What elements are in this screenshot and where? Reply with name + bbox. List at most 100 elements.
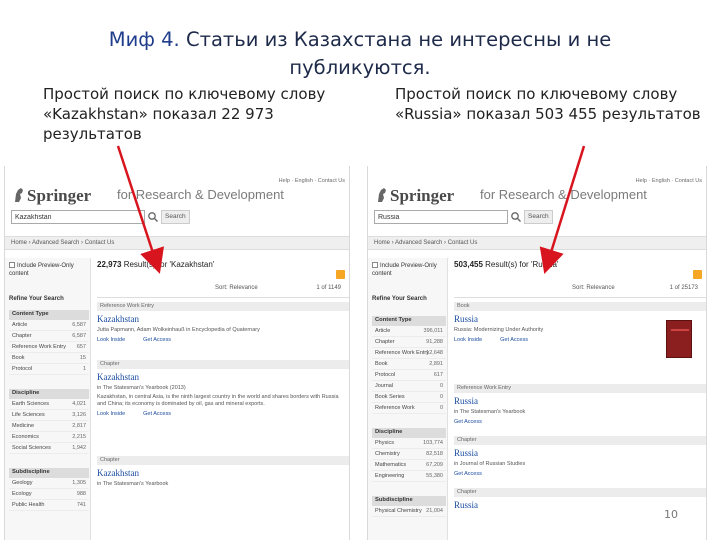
- facet-count: 6,587: [72, 322, 86, 328]
- facet-item[interactable]: Chapter 6,587: [9, 331, 89, 342]
- facet-item[interactable]: Book Series 0: [372, 392, 446, 403]
- facet-item[interactable]: Public Health 741: [9, 500, 89, 511]
- facet-item[interactable]: Article 6,587: [9, 320, 89, 331]
- result-title-link[interactable]: Kazakhstan: [97, 372, 349, 382]
- result-item: Reference Work Entry Russia in The Statesm…: [454, 384, 706, 425]
- facet-item[interactable]: Earth Sciences 4,021: [9, 399, 89, 410]
- facet-title[interactable]: Subdiscipline: [9, 468, 89, 478]
- facet-item[interactable]: Engineering 55,380: [372, 471, 446, 482]
- result-type: Reference Work Entry: [97, 302, 349, 311]
- result-meta: Jutta Papmann, Adam Wolkeinhauß in Encyc…: [97, 327, 260, 333]
- facet-count: 1: [82, 366, 86, 372]
- facet-label: Geology: [12, 480, 33, 486]
- result-actions: Look Inside Get Access: [454, 337, 706, 343]
- result-action-link[interactable]: Look Inside: [97, 411, 125, 417]
- search-input[interactable]: [374, 210, 508, 224]
- facet-group: Discipline Earth Sciences 4,021 Life Scienc…: [9, 389, 89, 454]
- springer-logo[interactable]: Springer: [390, 186, 454, 206]
- search-button[interactable]: Search: [161, 210, 190, 224]
- facet-item[interactable]: Journal 0: [372, 381, 446, 392]
- facet-title[interactable]: Discipline: [372, 428, 446, 438]
- facet-title[interactable]: Subdiscipline: [372, 496, 446, 506]
- facet-title[interactable]: Content Type: [9, 310, 89, 320]
- facet-group: Discipline Physics 103,774 Chemistry 82,518 M…: [372, 428, 446, 482]
- facet-item[interactable]: Social Sciences 1,942: [9, 443, 89, 454]
- facet-item[interactable]: Protocol 617: [372, 370, 446, 381]
- result-action-link[interactable]: Get Access: [143, 337, 171, 343]
- search-icon[interactable]: [510, 211, 522, 223]
- sort-select[interactable]: Sort: Relevance: [215, 285, 258, 291]
- facet-item[interactable]: Geology 1,305: [9, 478, 89, 489]
- result-type: Reference Work Entry: [454, 384, 706, 393]
- include-preview-toggle[interactable]: Include Preview-Only content: [9, 262, 87, 278]
- breadcrumb[interactable]: Home › Advanced Search › Contact Us: [5, 236, 349, 250]
- sort-select[interactable]: Sort: Relevance: [572, 285, 615, 291]
- facet-item[interactable]: Reference Work Entry 12,648: [372, 348, 446, 359]
- search-input[interactable]: [11, 210, 145, 224]
- facet-item[interactable]: Book 15: [9, 353, 89, 364]
- caption-russia: Простой поиск по ключевому слову «Russia…: [395, 85, 701, 123]
- result-title-link[interactable]: Russia: [454, 448, 706, 458]
- results-count: 22,973: [97, 260, 122, 269]
- facet-item[interactable]: Physics 103,774: [372, 438, 446, 449]
- result-action-link[interactable]: Get Access: [143, 411, 171, 417]
- result-action-link[interactable]: Look Inside: [97, 337, 125, 343]
- facet-label: Journal: [375, 383, 394, 389]
- results-heading: 22,973 Result(s) for 'Kazakhstan': [97, 260, 214, 269]
- result-title-link[interactable]: Kazakhstan: [97, 314, 349, 324]
- result-title-link[interactable]: Russia: [454, 396, 706, 406]
- pager[interactable]: 1 of 1149: [316, 285, 341, 291]
- result-actions: Look Inside Get Access: [97, 337, 349, 343]
- divider: [454, 297, 706, 298]
- checkbox-icon[interactable]: [9, 262, 15, 269]
- facet-item[interactable]: Reference Work Entry 657: [9, 342, 89, 353]
- search-button[interactable]: Search: [524, 210, 553, 224]
- result-title-link[interactable]: Kazakhstan: [97, 468, 349, 478]
- facet-label: Life Sciences: [12, 412, 45, 418]
- result-action-link[interactable]: Get Access: [454, 471, 482, 477]
- facet-item[interactable]: Book 2,891: [372, 359, 446, 370]
- result-action-link[interactable]: Get Access: [454, 419, 482, 425]
- facet-title[interactable]: Discipline: [9, 389, 89, 399]
- facet-count: 1,942: [72, 445, 86, 451]
- result-type: Chapter: [97, 360, 349, 369]
- facet-item[interactable]: Protocol 1: [9, 364, 89, 375]
- facet-item[interactable]: Mathematics 67,209: [372, 460, 446, 471]
- facet-count: 4,021: [72, 401, 86, 407]
- facet-item[interactable]: Chapter 91,288: [372, 337, 446, 348]
- facet-label: Engineering: [375, 473, 405, 479]
- facet-item[interactable]: Medicine 2,817: [9, 421, 89, 432]
- pager[interactable]: 1 of 25173: [670, 285, 698, 291]
- result-title-link[interactable]: Russia: [454, 314, 706, 324]
- facet-count: 21,004: [426, 508, 443, 514]
- facet-label: Physical Chemistry: [375, 508, 422, 514]
- facet-item[interactable]: Reference Work 0: [372, 403, 446, 414]
- facet-label: Reference Work Entry: [375, 350, 430, 356]
- facet-item[interactable]: Chemistry 82,518: [372, 449, 446, 460]
- rss-icon[interactable]: [336, 270, 345, 279]
- result-item: Chapter Kazakhstan in The Statesman's Year…: [97, 360, 349, 417]
- results-count: 503,455: [454, 260, 483, 269]
- facet-label: Chapter: [375, 339, 395, 345]
- facet-item[interactable]: Physical Chemistry 21,004: [372, 506, 446, 517]
- result-action-link[interactable]: Look Inside: [454, 337, 482, 343]
- facet-group: Content Type Article 396,011 Chapter 91,288 R…: [372, 316, 446, 414]
- result-actions: Get Access: [454, 471, 706, 477]
- facet-title[interactable]: Content Type: [372, 316, 446, 326]
- result-meta: Russia: Modernizing Under Authority: [454, 327, 544, 333]
- springer-logo[interactable]: Springer: [27, 186, 91, 206]
- checkbox-icon[interactable]: [372, 262, 378, 269]
- results-heading: 503,455 Result(s) for 'Russia': [454, 260, 558, 269]
- rss-icon[interactable]: [693, 270, 702, 279]
- facet-count: 657: [76, 344, 86, 350]
- facet-item[interactable]: Life Sciences 3,126: [9, 410, 89, 421]
- facet-item[interactable]: Ecology 988: [9, 489, 89, 500]
- breadcrumb[interactable]: Home › Advanced Search › Contact Us: [368, 236, 706, 250]
- search-icon[interactable]: [147, 211, 159, 223]
- result-action-link[interactable]: Get Access: [500, 337, 528, 343]
- facet-item[interactable]: Economics 2,215: [9, 432, 89, 443]
- facet-count: 82,518: [426, 451, 443, 457]
- result-type: Chapter: [97, 456, 349, 465]
- include-preview-toggle[interactable]: Include Preview-Only content: [372, 262, 450, 278]
- facet-item[interactable]: Article 396,011: [372, 326, 446, 337]
